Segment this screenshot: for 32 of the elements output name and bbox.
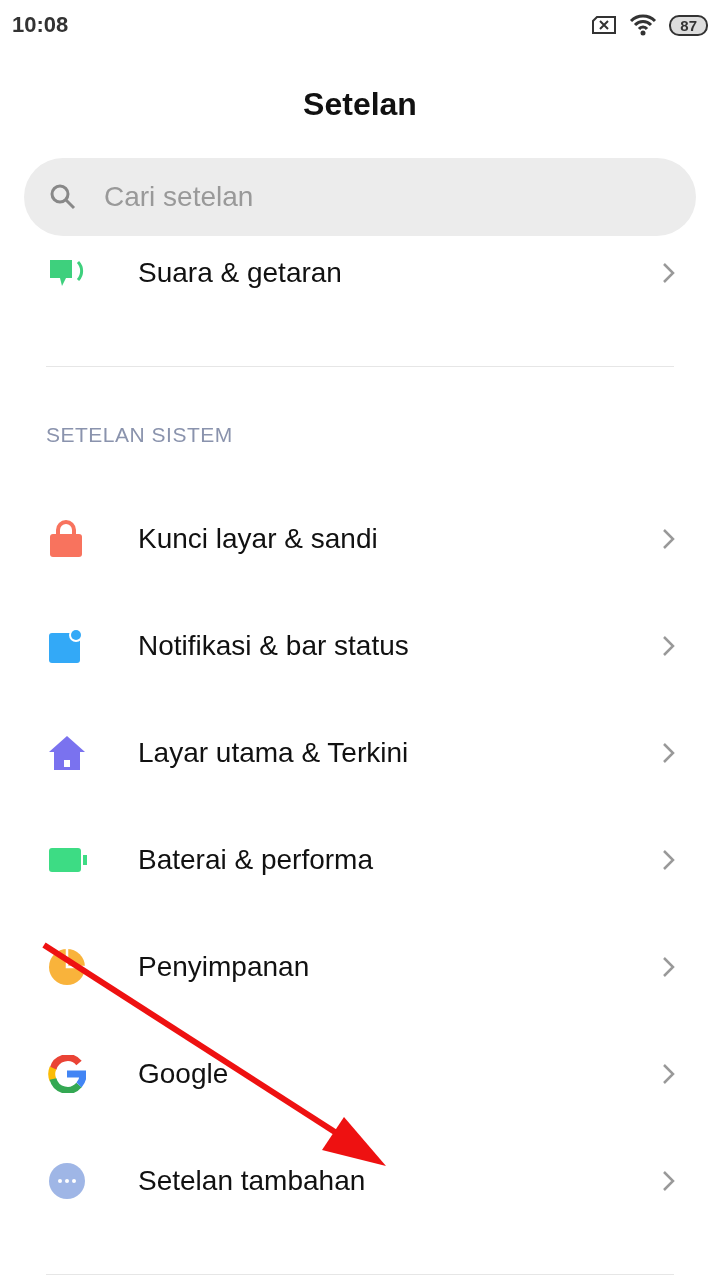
lock-icon xyxy=(48,519,84,558)
pie-chart-icon xyxy=(48,947,86,986)
settings-item[interactable]: Notifikasi & bar status xyxy=(0,592,720,699)
section-header: SETELAN SISTEM xyxy=(45,422,234,448)
settings-item[interactable]: Suara & getaran xyxy=(0,236,720,310)
chevron-icon xyxy=(662,1169,676,1192)
no-sim-icon xyxy=(591,16,618,34)
chevron-icon xyxy=(662,527,676,550)
chevron-icon xyxy=(662,848,676,871)
wifi-icon xyxy=(629,14,658,36)
settings-item[interactable]: Layar utama & Terkini xyxy=(0,699,720,806)
chevron-icon xyxy=(662,634,676,657)
settings-item[interactable]: Penyimpanan xyxy=(0,913,720,1020)
search-field[interactable]: Cari setelan xyxy=(102,180,670,214)
page-title: Setelan xyxy=(303,85,417,123)
settings-item[interactable]: Kunci layar & sandi xyxy=(0,485,720,592)
settings-item[interactable]: Google xyxy=(0,1020,720,1127)
notification-icon xyxy=(48,627,84,664)
battery-icon xyxy=(48,846,88,873)
battery-level: 87 xyxy=(669,14,708,36)
chevron-icon xyxy=(662,955,676,978)
home-icon xyxy=(48,734,86,771)
status-time: 10:08 xyxy=(12,12,69,38)
settings-item[interactable]: Baterai & performa xyxy=(0,806,720,913)
settings-item[interactable]: Setelan tambahan xyxy=(0,1127,720,1234)
google-icon xyxy=(48,1054,86,1093)
more-icon xyxy=(48,1161,86,1200)
chevron-icon xyxy=(662,741,676,764)
chevron-icon xyxy=(662,1062,676,1085)
search-icon xyxy=(50,184,76,210)
chevron-icon xyxy=(662,262,676,284)
search-bar[interactable]: Cari setelan xyxy=(24,158,696,236)
